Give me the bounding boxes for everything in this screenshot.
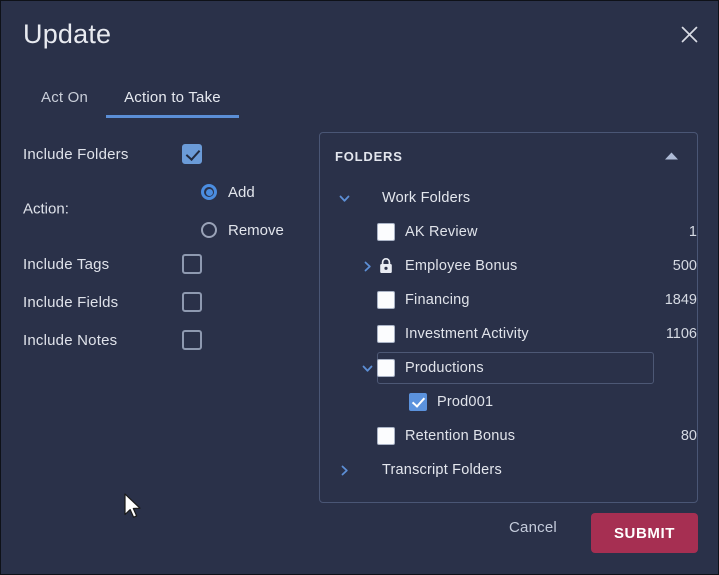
mouse-cursor (123, 493, 143, 521)
tree-row-checkbox[interactable] (377, 427, 395, 445)
tree-row-label: Retention Bonus (405, 428, 516, 444)
tree-row[interactable]: Prod001 (320, 385, 697, 419)
tree-row-label: Prod001 (437, 394, 494, 410)
tree-row-checkbox[interactable] (377, 325, 395, 343)
page-title: Update (23, 19, 112, 49)
radio-option-remove[interactable]: Remove (201, 211, 284, 249)
tree-row-label: Transcript Folders (382, 462, 502, 478)
tree-row[interactable]: Work Folders (320, 181, 697, 215)
tree-row[interactable]: Investment Activity 1106 (320, 317, 697, 351)
include-fields-label: Include Fields (23, 293, 119, 311)
include-folders-checkbox-wrap (182, 144, 202, 164)
include-tags-label: Include Tags (23, 255, 110, 273)
tree-row[interactable]: Retention Bonus 80 (320, 419, 697, 453)
tree-row-checkbox[interactable] (377, 359, 395, 377)
folders-panel-title: FOLDERS (335, 148, 403, 164)
folders-panel: FOLDERS Work Folders AK Review 1 Employee B… (319, 132, 698, 503)
tree-row-label: Productions (405, 360, 484, 376)
chevron-down-icon[interactable] (334, 192, 354, 205)
tree-row-count: 1 (688, 224, 697, 240)
include-notes-label: Include Notes (23, 331, 118, 349)
tree-row-checkbox[interactable] (377, 291, 395, 309)
option-row-include-tags: Include Tags (23, 245, 285, 283)
tree-row[interactable]: Financing 1849 (320, 283, 697, 317)
include-tags-checkbox[interactable] (182, 254, 202, 274)
tree-row-count: 500 (672, 258, 697, 274)
radio-remove-label: Remove (228, 221, 284, 239)
action-radio-group: Add Remove (201, 173, 284, 249)
option-row-include-fields: Include Fields (23, 283, 285, 321)
update-dialog: Update Act On Action to Take Include Fol… (0, 0, 719, 575)
include-notes-checkbox-wrap (182, 330, 202, 350)
tree-row-label: Investment Activity (405, 326, 529, 342)
submit-button[interactable]: SUBMIT (591, 513, 698, 553)
cancel-button[interactable]: Cancel (509, 519, 557, 536)
include-notes-checkbox[interactable] (182, 330, 202, 350)
action-block: Action: Add Remove (23, 173, 285, 245)
include-folders-label: Include Folders (23, 145, 129, 163)
tree-row-label: Work Folders (382, 190, 471, 206)
option-row-include-folders: Include Folders (23, 135, 285, 173)
folder-tree: Work Folders AK Review 1 Employee Bonus 500 F… (320, 179, 697, 487)
tree-row-label: Employee Bonus (405, 258, 518, 274)
tree-row-label: AK Review (405, 224, 478, 240)
folders-panel-header: FOLDERS (320, 133, 697, 179)
include-tags-checkbox-wrap (182, 254, 202, 274)
tree-row[interactable]: AK Review 1 (320, 215, 697, 249)
action-label: Action: (23, 200, 69, 218)
tree-row-checkbox[interactable] (409, 393, 427, 411)
lock-icon (377, 257, 395, 275)
options-column: Include Folders Action: Add Remove Inclu… (23, 135, 285, 359)
tab-act-on[interactable]: Act On (23, 89, 106, 118)
tree-row-label: Financing (405, 292, 470, 308)
tree-row[interactable]: Productions (320, 351, 697, 385)
tree-row-count: 1106 (665, 326, 697, 342)
tree-row-count: 1849 (664, 292, 697, 308)
include-fields-checkbox[interactable] (182, 292, 202, 312)
chevron-down-icon[interactable] (357, 362, 377, 375)
chevron-right-icon[interactable] (357, 260, 377, 273)
option-row-include-notes: Include Notes (23, 321, 285, 359)
close-icon[interactable] (672, 17, 706, 51)
tree-row-count: 80 (680, 428, 697, 444)
tab-bar: Act On Action to Take (23, 89, 239, 118)
include-fields-checkbox-wrap (182, 292, 202, 312)
tree-row[interactable]: Transcript Folders (320, 453, 697, 487)
tree-row[interactable]: Employee Bonus 500 (320, 249, 697, 283)
caret-up-icon[interactable] (664, 152, 679, 161)
radio-add-indicator (201, 184, 217, 200)
tab-action-to-take[interactable]: Action to Take (106, 89, 239, 118)
radio-add-label: Add (228, 183, 255, 201)
include-folders-checkbox[interactable] (182, 144, 202, 164)
radio-remove-indicator (201, 222, 217, 238)
chevron-right-icon[interactable] (334, 464, 354, 477)
tree-row-checkbox[interactable] (377, 223, 395, 241)
radio-option-add[interactable]: Add (201, 173, 284, 211)
